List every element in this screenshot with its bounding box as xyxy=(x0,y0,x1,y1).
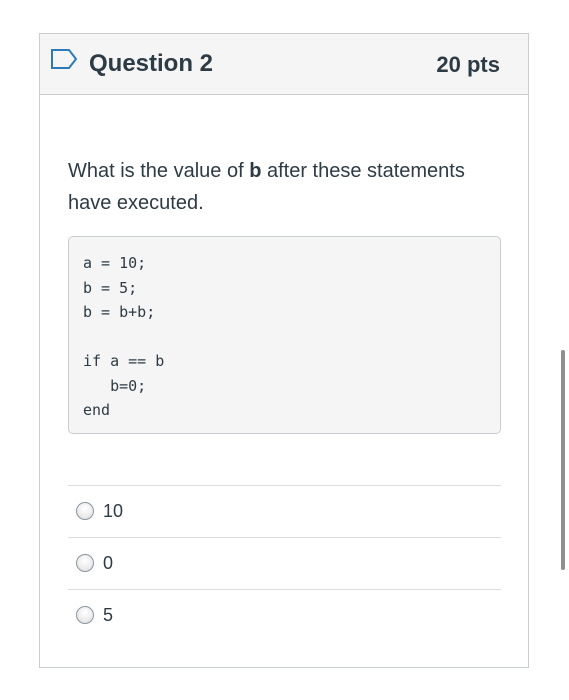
answer-label[interactable]: 0 xyxy=(103,551,113,575)
answer-label[interactable]: 5 xyxy=(103,603,113,627)
answer-option[interactable]: 5 xyxy=(68,589,501,641)
answer-list: 10 0 5 xyxy=(68,485,501,641)
question-text-bold: b xyxy=(249,160,262,182)
question-points: 20 pts xyxy=(436,52,500,77)
radio-button-icon[interactable] xyxy=(76,606,94,624)
flag-question-icon[interactable] xyxy=(50,48,78,70)
question-card: Question 2 20 pts What is the value of b… xyxy=(39,33,529,668)
code-block: a = 10; b = 5; b = b+b; if a == b b=0; e… xyxy=(68,236,501,434)
answer-option[interactable]: 0 xyxy=(68,537,501,589)
question-text-part: What is the value of xyxy=(68,160,250,182)
question-header: Question 2 20 pts xyxy=(40,34,528,95)
radio-button-icon[interactable] xyxy=(76,554,94,572)
question-text: What is the value of b after these state… xyxy=(68,155,508,219)
answer-option[interactable]: 10 xyxy=(68,485,501,537)
answer-label[interactable]: 10 xyxy=(103,499,123,523)
question-title: Question 2 xyxy=(89,50,214,77)
radio-button-icon[interactable] xyxy=(76,502,94,520)
scrollbar[interactable] xyxy=(561,350,565,570)
